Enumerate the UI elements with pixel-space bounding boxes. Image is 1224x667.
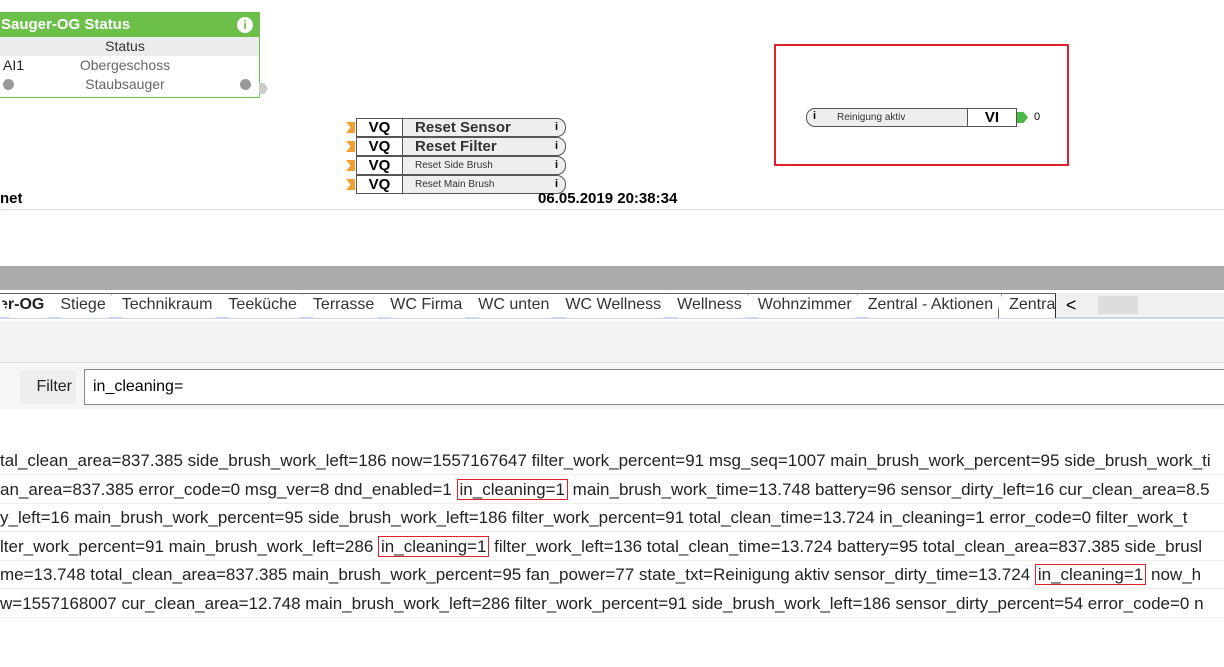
log-line: me=13.748 total_clean_area=837.385 main_… (0, 561, 1224, 589)
connector-icon (346, 179, 355, 190)
tab-bar: er-OG Stiege Technikraum Teeküche Terras… (0, 293, 1224, 319)
toolbar (0, 321, 1224, 363)
tab-wellness[interactable]: Wellness (666, 293, 751, 318)
floor-label: Obergeschoss (79, 57, 171, 73)
vq-block-reset-filter[interactable]: VQ Reset Filter i (346, 137, 566, 156)
add-output-icon[interactable] (240, 79, 251, 90)
output-connector-icon[interactable] (259, 83, 268, 94)
highlighted-match: in_cleaning=1 (456, 479, 568, 500)
timestamp: 06.05.2019 20:38:34 (538, 190, 678, 207)
add-input-icon[interactable] (3, 79, 14, 90)
vi-type: VI (967, 108, 1017, 127)
device-label: Staubsauger (85, 76, 165, 92)
footer-left-text: net (0, 190, 23, 207)
tab-zentral-aktionen[interactable]: Zentral - Aktionen (857, 293, 1002, 318)
vq-label: Reset Side Brush (402, 156, 566, 175)
connector-icon (346, 141, 355, 152)
log-line: w=1557168007 cur_clean_area=12.748 main_… (0, 590, 1224, 618)
highlighted-match: in_cleaning=1 (1034, 564, 1147, 585)
vq-block-reset-sensor[interactable]: VQ Reset Sensor i (346, 118, 566, 137)
highlighted-match: in_cleaning=1 (378, 536, 490, 557)
connector-icon (346, 160, 355, 171)
log-text: me=13.748 total_clean_area=837.385 main_… (0, 565, 1035, 584)
log-line: tal_clean_area=837.385 side_brush_work_l… (0, 447, 1224, 475)
log-text: y_left=16 main_brush_work_percent=95 sid… (0, 508, 1188, 527)
tab-terrasse[interactable]: Terrasse (302, 293, 383, 318)
tab-stiege[interactable]: Stiege (49, 293, 114, 318)
info-icon[interactable]: i (555, 137, 558, 155)
log-text: w=1557168007 cur_clean_area=12.748 main_… (0, 594, 1204, 613)
log-text: main_brush_work_time=13.748 battery=96 s… (567, 480, 1210, 499)
highlight-box (774, 44, 1069, 166)
tab-wohnzimmer[interactable]: Wohnzimmer (747, 293, 861, 318)
log-text: now_h (1146, 565, 1202, 584)
vq-type: VQ (356, 175, 403, 194)
info-icon[interactable]: i (555, 118, 558, 136)
vq-label: Reset Sensor (402, 118, 566, 137)
tab-sauger-og[interactable]: er-OG (0, 293, 53, 318)
divider (0, 209, 1224, 210)
tab-wc-firma[interactable]: WC Firma (379, 293, 471, 318)
info-icon[interactable]: i (237, 17, 253, 33)
log-text: filter_work_left=136 total_clean_time=13… (489, 537, 1203, 556)
vq-type: VQ (356, 156, 403, 175)
status-label: Status (0, 37, 259, 56)
vq-type: VQ (356, 137, 403, 156)
vi-value: 0 (1034, 111, 1041, 123)
vq-block-reset-main-brush[interactable]: VQ Reset Main Brush i (346, 175, 566, 194)
status-block[interactable]: Sauger-OG Status i Status AI1 Obergeschos… (0, 12, 260, 98)
log-line: an_area=837.385 error_code=0 msg_ver=8 d… (0, 476, 1224, 504)
connector-icon (346, 122, 355, 133)
status-block-title: Sauger-OG Status (0, 13, 259, 37)
log-text: an_area=837.385 error_code=0 msg_ver=8 d… (0, 480, 457, 499)
log-line: lter_work_percent=91 main_brush_work_lef… (0, 533, 1224, 561)
tab-wc-wellness[interactable]: WC Wellness (554, 293, 670, 318)
tabs-header-bar (0, 266, 1224, 290)
filter-label: Filter (20, 370, 76, 404)
tab-zentral[interactable]: Zentra (998, 293, 1057, 318)
input-label: AI1 (3, 57, 25, 73)
tab-scroll-left-button[interactable]: < (1056, 293, 1087, 317)
log-line: y_left=16 main_brush_work_percent=95 sid… (0, 504, 1224, 532)
vq-type: VQ (356, 118, 403, 137)
info-icon[interactable]: i (555, 156, 558, 174)
tab-scrollbar[interactable] (1098, 296, 1139, 314)
log-text: tal_clean_area=837.385 side_brush_work_l… (0, 451, 1211, 470)
log-text: lter_work_percent=91 main_brush_work_lef… (0, 537, 379, 556)
tab-wc-unten[interactable]: WC unten (467, 293, 558, 318)
vq-label: Reset Filter (402, 137, 566, 156)
tab-technikraum[interactable]: Technikraum (111, 293, 222, 318)
vq-block-reset-side-brush[interactable]: VQ Reset Side Brush i (346, 156, 566, 175)
info-icon[interactable]: i (813, 110, 816, 122)
filter-input[interactable] (84, 369, 1224, 405)
tab-teekueche[interactable]: Teeküche (217, 293, 306, 318)
vi-block-label[interactable]: Reinigung aktiv (806, 108, 968, 127)
